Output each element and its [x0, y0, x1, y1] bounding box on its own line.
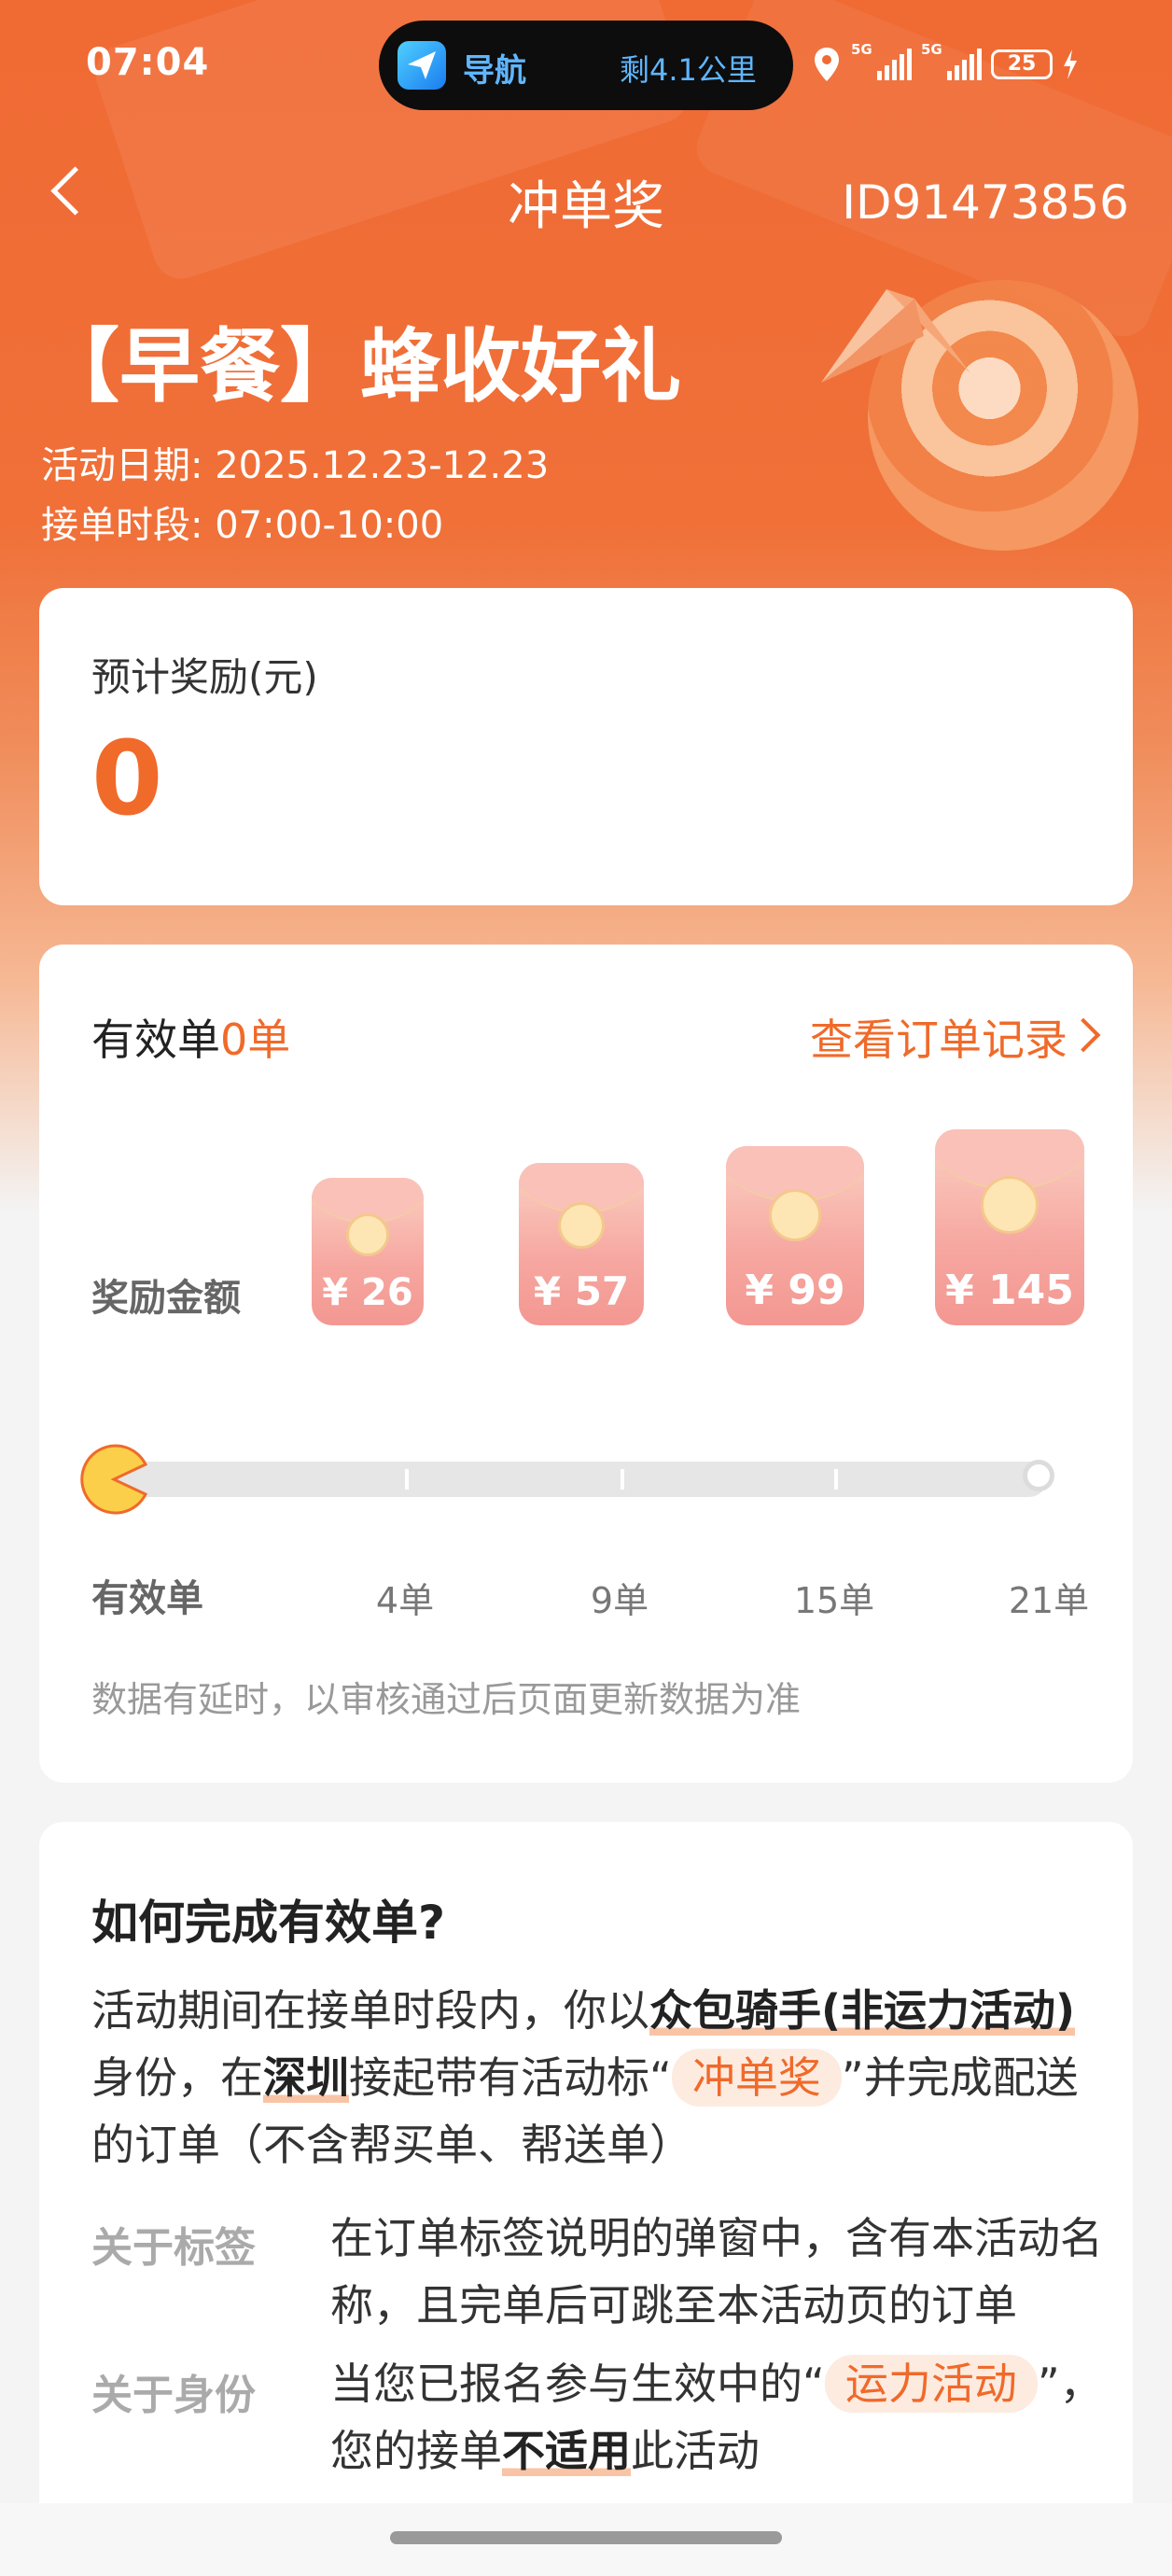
navigation-distance: 剩4.1公里 [620, 52, 757, 88]
tier-order-count: 9单 [590, 1580, 649, 1621]
tag-info-text: 在订单标签说明的弹窗中，含有本活动名称，且完单后可跳至本活动页的订单 [330, 2213, 1103, 2331]
reward-tier-amount: ¥ 26 [322, 1271, 413, 1314]
navigation-island[interactable]: 导航 剩4.1公里 [379, 21, 793, 110]
battery-icon: 25 [991, 49, 1053, 79]
rider-identity-highlight: 众包骑手(非运力活动) [649, 1985, 1076, 2036]
tier-order-count: 21单 [1008, 1580, 1090, 1621]
tier-order-count: 15单 [793, 1580, 875, 1621]
identity-info-label: 关于身份 [91, 2372, 256, 2419]
order-record-link[interactable]: 查看订单记录 [810, 1006, 1067, 1068]
home-indicator[interactable] [390, 2531, 782, 2544]
valid-orders-count: 0单 [220, 1015, 291, 1065]
activity-date: 活动日期: 2025.12.23-12.23 [41, 444, 550, 487]
howto-card: 如何完成有效单? 活动期间在接单时段内，你以众包骑手(非运力活动)身份，在深圳接… [39, 1822, 1133, 2569]
identity-info-text: 当您已报名参与生效中的“ 运力活动 ”，您的接单不适用此活动 [330, 2350, 1123, 2485]
activity-id: ID91473856 [842, 175, 1129, 230]
reward-tier-amount: ¥ 57 [533, 1268, 630, 1314]
reward-tier-4: ¥ 145 [935, 1129, 1084, 1325]
promotion-title: 【早餐】蜂收好礼 [39, 320, 681, 413]
capacity-activity-tag: 运力活动 [824, 2355, 1038, 2413]
progress-tick [405, 1469, 409, 1490]
reward-tier-2: ¥ 57 [519, 1163, 644, 1325]
progress-end-marker [1023, 1460, 1054, 1491]
data-delay-note: 数据有延时，以审核通过后页面更新数据为准 [91, 1679, 802, 1720]
progress-tick [621, 1469, 624, 1490]
tier-order-count: 4单 [375, 1580, 435, 1621]
progress-track [114, 1460, 1054, 1497]
reward-label: 预计奖励(元) [91, 654, 318, 700]
charging-icon [1064, 49, 1077, 79]
howto-description: 活动期间在接单时段内，你以众包骑手(非运力活动)身份，在深圳接起带有活动标“ 冲单… [91, 1985, 1079, 2170]
navigation-app-icon [398, 41, 446, 90]
reward-tier-amount: ¥ 99 [745, 1267, 845, 1314]
not-applicable-highlight: 不适用 [502, 2426, 631, 2476]
reward-tier-3: ¥ 99 [726, 1146, 864, 1325]
reward-card: 预计奖励(元) 0 [39, 588, 1133, 905]
city-highlight: 深圳 [263, 2052, 349, 2103]
status-bar: 07:04 导航 剩4.1公里 5G 5G 25 [0, 0, 1172, 131]
reward-row-label: 奖励金额 [91, 1277, 241, 1320]
progress-tick [834, 1469, 838, 1490]
dart-illustration-icon [821, 289, 970, 383]
valid-orders-label: 有效单0单 [91, 1015, 291, 1065]
reward-tier-amount: ¥ 145 [945, 1267, 1074, 1314]
orders-row-label: 有效单 [91, 1577, 203, 1620]
status-icons: 5G 5G 25 [812, 41, 1079, 88]
activity-tag-badge: 冲单奖 [671, 2049, 842, 2107]
location-icon [815, 48, 839, 81]
signal-icon: 5G [851, 41, 912, 80]
progress-indicator-icon [80, 1444, 148, 1515]
reward-tier-1: ¥ 26 [312, 1178, 424, 1325]
howto-title: 如何完成有效单? [91, 1896, 446, 1950]
tag-info-label: 关于标签 [91, 2224, 256, 2272]
status-time: 07:04 [86, 41, 210, 84]
signal-icon: 5G [921, 41, 982, 80]
reward-value: 0 [91, 719, 163, 838]
progress-card: 有效单0单 查看订单记录 奖励金额 ¥ 26 ¥ 57 ¥ 99 ¥ 145 有… [39, 945, 1133, 1783]
chevron-right-icon[interactable] [1066, 1017, 1101, 1053]
order-hours: 接单时段: 07:00-10:00 [41, 504, 444, 547]
navigation-label: 导航 [463, 52, 526, 90]
